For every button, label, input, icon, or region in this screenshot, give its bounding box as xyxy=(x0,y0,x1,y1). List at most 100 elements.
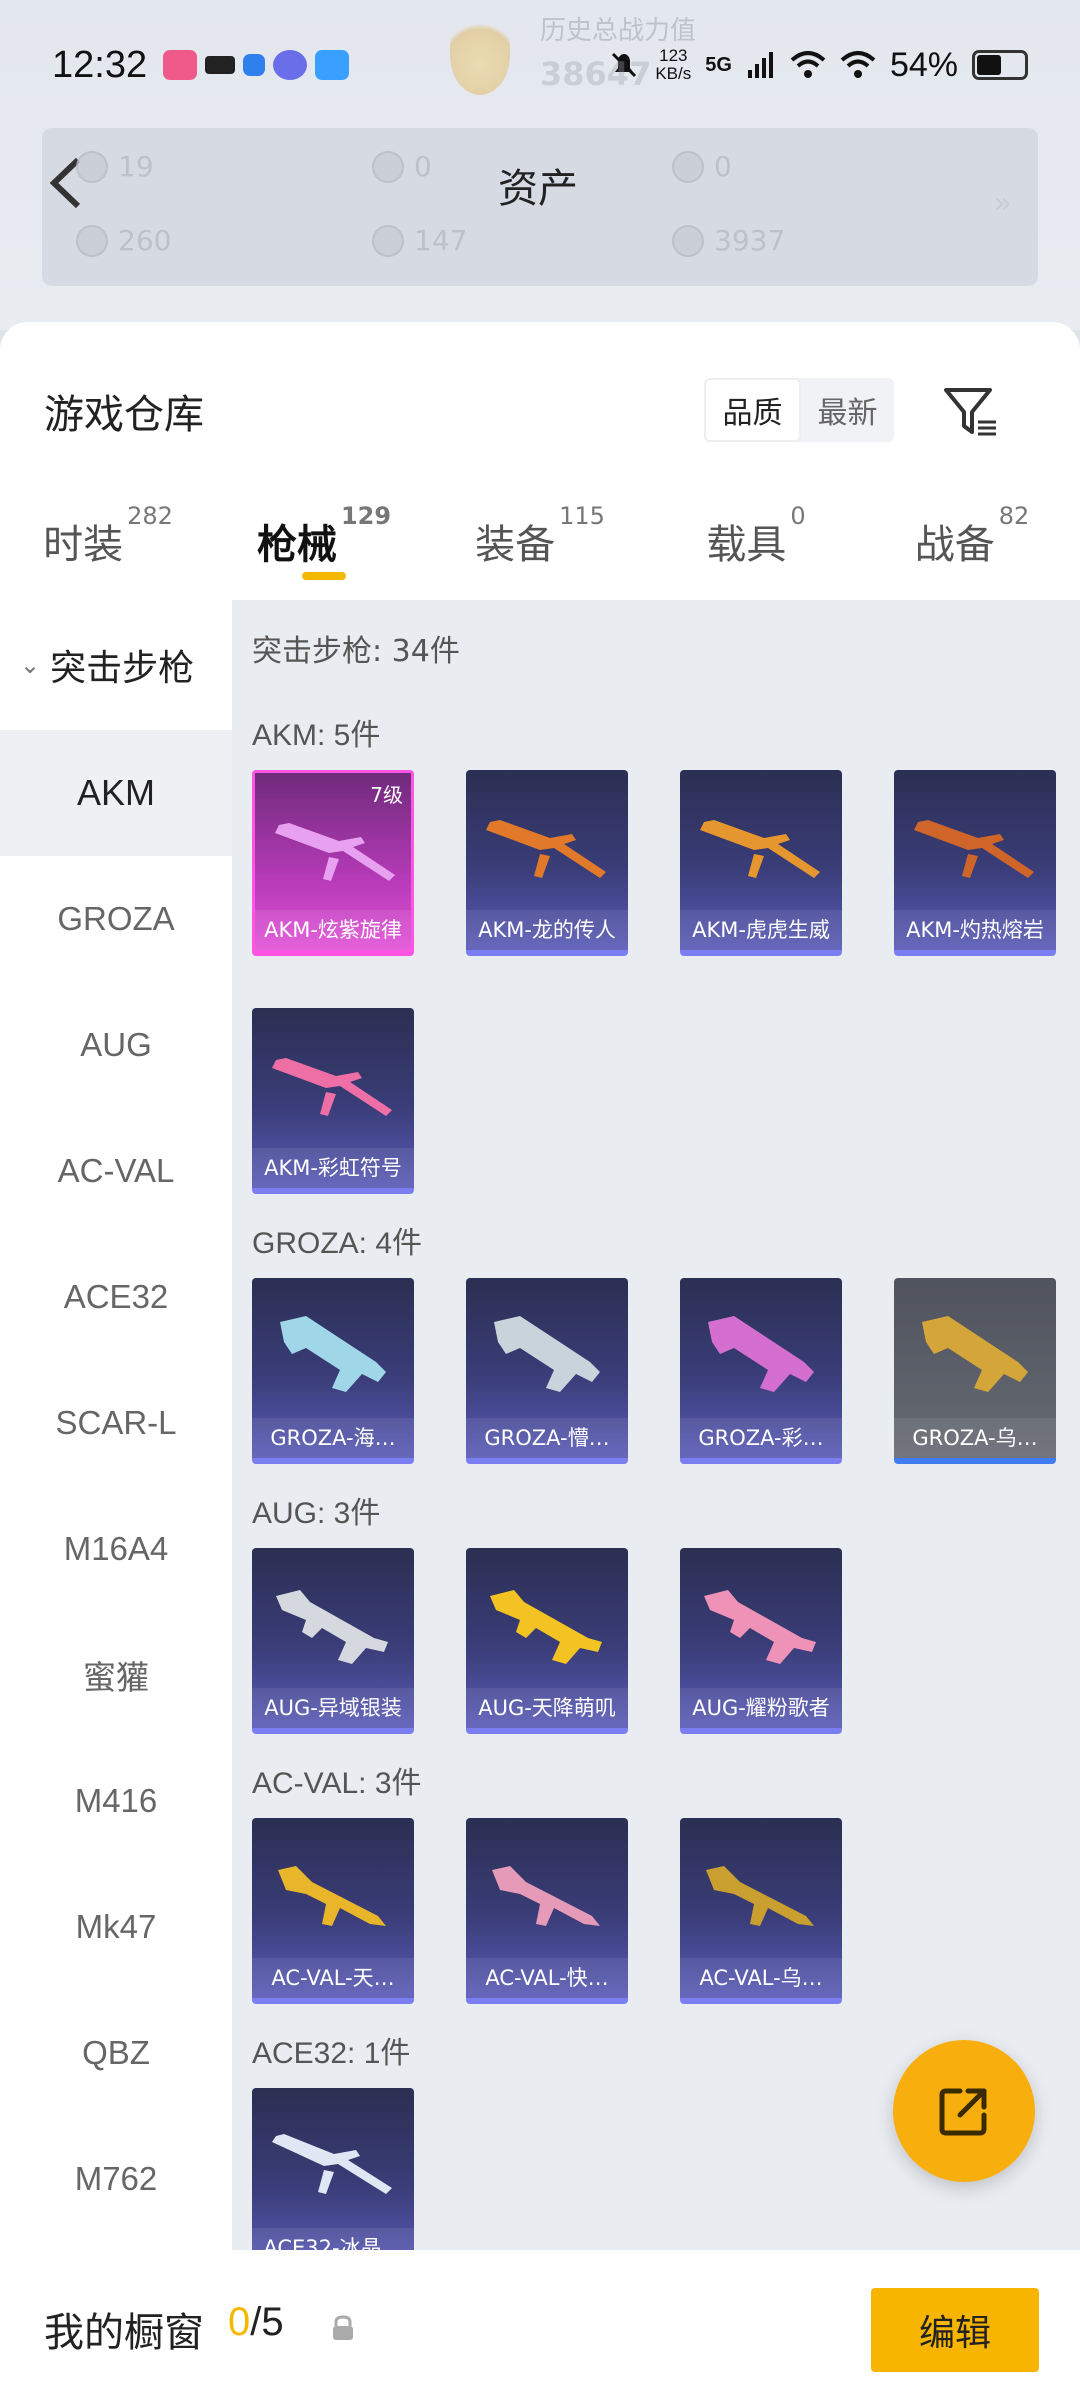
asset-item: 147 xyxy=(372,224,467,257)
showcase-bar: 我的橱窗 0/5 编辑 xyxy=(0,2250,1080,2400)
wifi-secondary-icon xyxy=(840,51,876,78)
rifle-skin-icon xyxy=(486,820,606,878)
wifi-icon xyxy=(790,51,826,78)
gold-coin-icon xyxy=(672,224,704,257)
tab-firearms[interactable]: 枪械 129 xyxy=(216,472,432,592)
card-name: AC-VAL-乌… xyxy=(680,1958,842,1998)
bullpup-skin-icon xyxy=(494,1316,600,1392)
edit-button[interactable]: 编辑 xyxy=(871,2288,1039,2372)
rifle-skin-icon xyxy=(272,1058,392,1116)
share-button[interactable] xyxy=(893,2040,1035,2182)
weapon-card[interactable]: GROZA-懵… xyxy=(466,1278,628,1464)
sidebar-item-akm[interactable]: AKM xyxy=(0,730,232,856)
sidebar-item-ace32[interactable]: ACE32 xyxy=(0,1234,232,1360)
bullpup-skin-icon xyxy=(922,1316,1028,1392)
card-name: ACE32-冰晶… xyxy=(252,2228,414,2250)
sidebar-item-qbz[interactable]: QBZ xyxy=(0,1990,232,2116)
rifle-skin-icon xyxy=(272,2134,392,2194)
weapon-card[interactable]: GROZA-乌… xyxy=(894,1278,1056,1464)
card-name: AUG-耀粉歌者 xyxy=(680,1688,842,1728)
showcase-current: 0 xyxy=(228,2300,251,2344)
filter-icon[interactable] xyxy=(940,382,1000,442)
asset-item: 0 xyxy=(672,150,732,183)
tab-label: 时装 xyxy=(43,522,124,568)
aug-skin-icon xyxy=(276,1590,388,1664)
tab-equipment[interactable]: 装备 115 xyxy=(432,472,648,592)
card-name: GROZA-彩… xyxy=(680,1418,842,1458)
ticket-icon xyxy=(76,224,108,257)
group-label-aug: AUG: 3件 xyxy=(252,1497,381,1530)
chevron-down-icon: ⌄ xyxy=(20,651,41,679)
weapon-card[interactable]: AC-VAL-快… xyxy=(466,1818,628,2004)
sort-quality[interactable]: 品质 xyxy=(704,378,801,442)
tab-vehicles[interactable]: 载具 0 xyxy=(648,472,864,592)
tab-label: 装备 xyxy=(475,522,556,568)
group-label-groza: GROZA: 4件 xyxy=(252,1227,423,1260)
asset-item: 3937 xyxy=(672,224,785,257)
card-name: AC-VAL-快… xyxy=(466,1958,628,1998)
asset-value: 260 xyxy=(118,224,172,257)
rifle-skin-icon xyxy=(700,820,820,878)
asset-value: 19 xyxy=(118,150,154,183)
token-icon xyxy=(672,150,704,183)
sidebar-item-aug[interactable]: AUG xyxy=(0,982,232,1108)
sort-toggle[interactable]: 品质 最新 xyxy=(704,378,894,442)
asset-item: 0 xyxy=(372,150,432,183)
assets-panel[interactable]: 19 0 0 260 147 3937 资产 » xyxy=(42,128,1038,286)
faded-power-display: 历史总战力值 38647 xyxy=(450,10,710,100)
status-app-icons xyxy=(163,50,350,80)
weapon-card[interactable]: AUG-异域银装 xyxy=(252,1548,414,1734)
group-label-ac-val: AC-VAL: 3件 xyxy=(252,1767,422,1800)
sidebar-item-ac-val[interactable]: AC-VAL xyxy=(0,1108,232,1234)
showcase-label: 我的橱窗 xyxy=(44,2310,204,2356)
sidebar-item-mk47[interactable]: Mk47 xyxy=(0,1864,232,1990)
weapon-card[interactable]: 7级 AKM-炫紫旋律 xyxy=(252,770,414,956)
group-label-ace32: ACE32: 1件 xyxy=(252,2037,411,2070)
aug-skin-icon xyxy=(490,1590,602,1664)
sidebar-category-assault-rifle[interactable]: ⌄ 突击步枪 xyxy=(0,600,232,730)
weapon-sidebar: ⌄ 突击步枪 AKM GROZA AUG AC-VAL ACE32 SCAR-L… xyxy=(0,600,232,2250)
weapon-card[interactable]: GROZA-彩… xyxy=(680,1278,842,1464)
card-name: AC-VAL-天… xyxy=(252,1958,414,1998)
weapon-card[interactable]: AKM-彩虹符号 xyxy=(252,1008,414,1194)
weapon-card[interactable]: AUG-耀粉歌者 xyxy=(680,1548,842,1734)
card-name: AUG-异域银装 xyxy=(252,1688,414,1728)
weapon-card[interactable]: AUG-天降萌叽 xyxy=(466,1548,628,1734)
showcase-count: 0/5 xyxy=(228,2300,284,2345)
weapon-card[interactable]: AKM-龙的传人 xyxy=(466,770,628,956)
signal-icon xyxy=(747,52,773,78)
acval-skin-icon xyxy=(278,1866,386,1926)
sidebar-item-m762[interactable]: M762 xyxy=(0,2116,232,2242)
sort-newest[interactable]: 最新 xyxy=(801,378,894,442)
rifle-skin-icon xyxy=(914,820,1034,878)
sidebar-item-honey-badger[interactable]: 蜜獾 xyxy=(0,1612,232,1738)
category-tabs: 时装 282 枪械 129 装备 115 载具 0 战备 82 xyxy=(0,472,1080,592)
tab-combat-gear[interactable]: 战备 82 xyxy=(864,472,1080,592)
flame-icon xyxy=(450,15,510,95)
weapon-card[interactable]: GROZA-海… xyxy=(252,1278,414,1464)
card-level: 7级 xyxy=(370,783,403,807)
sidebar-item-m416[interactable]: M416 xyxy=(0,1738,232,1864)
sidebar-item-scar-l[interactable]: SCAR-L xyxy=(0,1360,232,1486)
tab-fashion[interactable]: 时装 282 xyxy=(0,472,216,592)
status-time: 12:32 xyxy=(52,43,148,86)
weapon-card[interactable]: AKM-虎虎生威 xyxy=(680,770,842,956)
card-name: AKM-炫紫旋律 xyxy=(255,910,411,950)
sidebar-item-m16a4[interactable]: M16A4 xyxy=(0,1486,232,1612)
weapon-content: 突击步枪: 34件 AKM: 5件 7级 AKM-炫紫旋律 AKM-龙的传人 A… xyxy=(232,600,1080,2250)
card-name: GROZA-乌… xyxy=(894,1418,1056,1458)
double-chevron-right-icon[interactable]: » xyxy=(994,186,1012,221)
weapon-card[interactable]: AKM-灼热熔岩 xyxy=(894,770,1056,956)
weapon-card[interactable]: ACE32-冰晶… xyxy=(252,2088,414,2250)
faded-power-number: 38647 xyxy=(540,55,652,93)
weapon-card[interactable]: AC-VAL-乌… xyxy=(680,1818,842,2004)
acval-skin-icon xyxy=(492,1866,600,1926)
sidebar-item-groza[interactable]: GROZA xyxy=(0,856,232,982)
category-total: 突击步枪: 34件 xyxy=(252,634,460,669)
avatar-notification-icon xyxy=(273,50,308,80)
weapon-card[interactable]: AC-VAL-天… xyxy=(252,1818,414,2004)
coupon-icon xyxy=(76,150,108,183)
sidebar-category-label: 突击步枪 xyxy=(50,648,195,689)
tab-count: 0 xyxy=(790,502,806,530)
aug-skin-icon xyxy=(704,1590,816,1664)
